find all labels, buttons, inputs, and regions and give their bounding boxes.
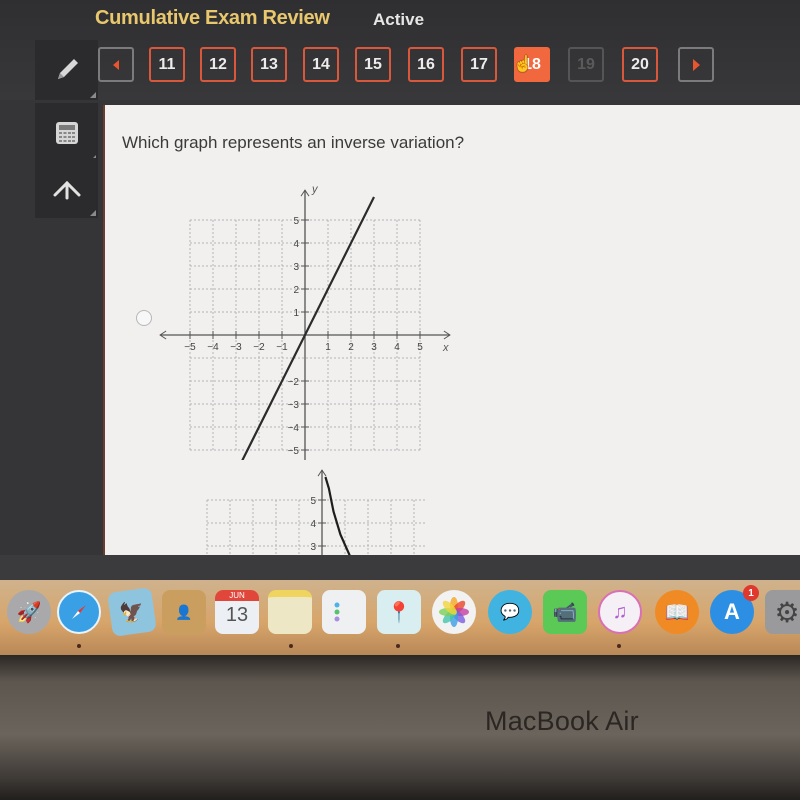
reminders-icon [334,602,340,622]
question-16-button[interactable]: 16 [408,47,444,82]
y-tick-label: −3 [288,400,300,411]
open-book-icon: 📖 [664,601,690,624]
x-tick-label: −3 [230,342,242,353]
music-note-icon: ♫ [612,600,628,623]
gear-icon: ⚙ [774,596,800,628]
triangle-right-icon [692,58,700,71]
x-tick-label: 5 [417,342,423,353]
dock-mail[interactable]: 🦅 [107,587,157,637]
next-question-button[interactable] [678,47,714,82]
triangle-left-icon [113,59,119,70]
top-bar: Cumulative Exam Review Active 11 12 13 1… [0,0,800,100]
hand-cursor-icon: ☝ [513,56,533,73]
y-tick-label: 1 [293,308,299,319]
y-tick-label: 5 [310,496,316,507]
dock-running-indicator [289,644,293,648]
y-axis-label: y [311,183,319,195]
video-camera-icon: 📹 [552,601,578,624]
compass-icon [72,605,86,619]
question-11-button[interactable]: 11 [149,47,185,82]
dock-facetime[interactable]: 📹 [543,590,587,634]
reference-tool-button[interactable] [35,158,98,218]
calculator-tool-button[interactable] [35,103,98,163]
tool-corner-indicator [90,210,96,216]
pencil-icon [57,59,78,79]
tool-corner-indicator [90,92,96,98]
y-tick-label: 4 [310,519,316,530]
answer-option-a-radio[interactable] [136,310,152,326]
question-text: Which graph represents an inverse variat… [122,133,465,152]
question-17-button[interactable]: 17 [461,47,497,82]
rocket-icon: 🚀 [16,601,42,624]
x-axis-label: x [442,342,449,354]
y-tick-label: 3 [293,262,299,273]
y-tick-label: 4 [293,239,299,250]
y-tick-label: −2 [288,377,300,388]
exam-title: Cumulative Exam Review [95,7,330,29]
speech-bubble-icon: 💬 [500,604,520,621]
pencil-tool-button[interactable] [35,40,98,100]
y-tick-label: −4 [288,423,300,434]
dock-itunes[interactable]: ♫ [598,590,642,634]
question-panel: Which graph represents an inverse variat… [103,105,800,580]
up-arrow-icon [53,180,80,200]
x-tick-label: 2 [348,342,354,353]
y-tick-label: 2 [293,285,299,296]
x-tick-label: −1 [276,342,288,353]
contacts-book-icon: 👤 [175,603,193,620]
laptop-chassis [0,655,800,800]
dock-maps[interactable]: 📍 [377,590,421,634]
screen-lower-edge [0,555,800,580]
x-tick-label: −4 [207,342,219,353]
dock-running-indicator [396,644,400,648]
dock-ibooks[interactable]: 📖 [655,590,699,634]
dock-contacts[interactable]: 👤 [162,590,206,634]
question-20-button[interactable]: 20 [622,47,658,82]
dock-photos[interactable] [432,590,476,634]
dock-launchpad[interactable]: 🚀 [7,590,51,634]
device-brand-label: MacBook Air [485,706,639,736]
question-14-button[interactable]: 14 [303,47,339,82]
question-12-button[interactable]: 12 [200,47,236,82]
y-tick-label: 5 [293,216,299,227]
dock-safari[interactable] [57,590,101,634]
photos-flower-icon [439,597,469,627]
dock: 🚀 🦅 👤 JUN 13 📍 💬 📹 ♫ 📖 A 1 ⚙ [0,580,800,658]
question-19-button: 19 [568,47,604,82]
dock-running-indicator [617,644,621,648]
x-tick-label: −5 [184,342,196,353]
question-15-button[interactable]: 15 [355,47,391,82]
graph-option-a[interactable]: −5 −4 −3 −2 −1 1 2 3 4 5 5 4 3 2 1 −2 −3 −4 −5 x y [155,170,455,460]
notification-badge: 1 [743,585,759,601]
app-store-icon: A [724,599,740,624]
x-tick-label: 1 [325,342,331,353]
dock-app-store[interactable]: A 1 [710,585,759,634]
x-tick-label: 3 [371,342,377,353]
calculator-icon [55,122,78,144]
x-tick-label: 4 [394,342,400,353]
exam-status: Active [373,10,425,29]
question-13-button[interactable]: 13 [251,47,287,82]
eagle-stamp-icon: 🦅 [118,599,146,626]
map-icon: 📍 [386,601,412,624]
calendar-month: JUN [215,590,259,601]
screen: Cumulative Exam Review Active 11 12 13 1… [0,0,800,580]
dock-reminders[interactable] [322,590,366,634]
y-tick-label: −5 [288,446,300,457]
dock-notes[interactable] [268,590,312,634]
calendar-day: 13 [225,604,249,626]
dock-messages[interactable]: 💬 [488,590,532,634]
dock-system-preferences[interactable]: ⚙ [765,590,800,634]
previous-question-button[interactable] [98,47,134,82]
x-tick-label: −2 [253,342,265,353]
dock-running-indicator [77,644,81,648]
dock-calendar[interactable]: JUN 13 [215,590,259,634]
y-tick-label: 3 [310,542,316,553]
